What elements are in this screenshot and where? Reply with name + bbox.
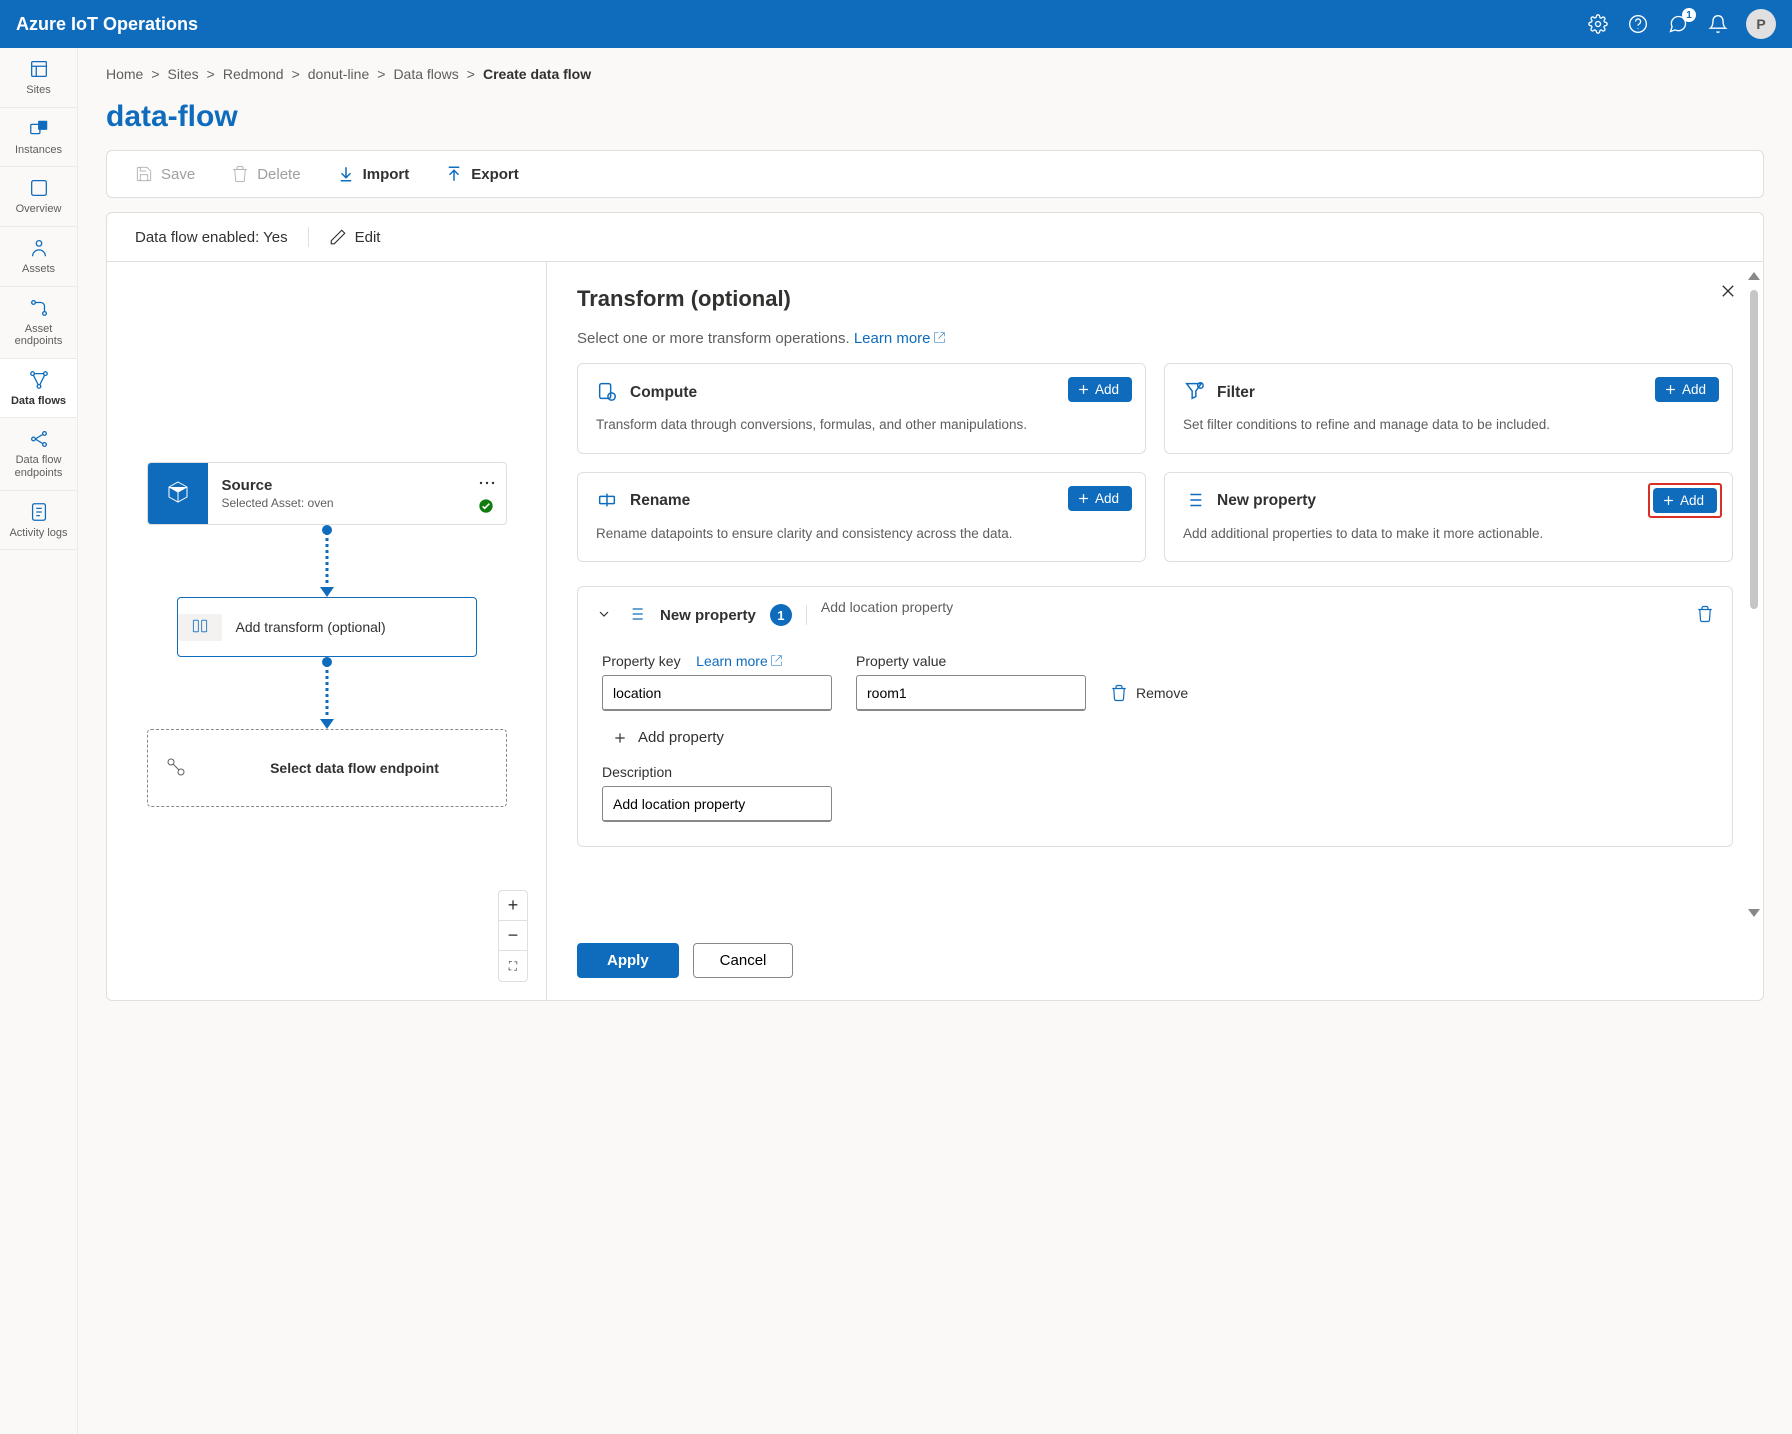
- zoom-controls: + − ⛶: [498, 890, 528, 982]
- status-text: Data flow enabled: Yes: [135, 229, 288, 246]
- node-more-icon[interactable]: [478, 473, 496, 489]
- status-bar: Data flow enabled: Yes Edit: [106, 212, 1764, 261]
- nav-activity-logs[interactable]: Activity logs: [0, 491, 77, 551]
- zoom-fit-button[interactable]: ⛶: [499, 951, 527, 981]
- left-nav: Sites Instances Overview Assets Asset en…: [0, 48, 78, 1434]
- crumb-current: Create data flow: [483, 66, 591, 82]
- list-icon: [1183, 489, 1205, 514]
- feedback-badge: 1: [1682, 8, 1696, 22]
- delete-button[interactable]: Delete: [231, 165, 300, 183]
- op-newprop-card: New property Add Add additional properti…: [1164, 472, 1733, 563]
- status-ok-icon: [478, 498, 494, 514]
- panel-subtitle: Select one or more transform operations.: [577, 330, 850, 347]
- nav-assets-label: Assets: [22, 263, 55, 276]
- prop-value-input[interactable]: [856, 675, 1086, 711]
- topbar: Azure IoT Operations 1 P: [0, 0, 1792, 48]
- nav-sites[interactable]: Sites: [0, 48, 77, 108]
- node-source[interactable]: Source Selected Asset: oven: [147, 462, 507, 525]
- breadcrumb: Home> Sites> Redmond> donut-line> Data f…: [106, 66, 1764, 82]
- save-button[interactable]: Save: [135, 165, 195, 183]
- acc-name: New property: [660, 607, 756, 624]
- nav-asset-endpoints[interactable]: Asset endpoints: [0, 287, 77, 359]
- avatar[interactable]: P: [1746, 9, 1776, 39]
- remove-prop-button[interactable]: Remove: [1110, 675, 1188, 711]
- prop-value-label: Property value: [856, 653, 1086, 669]
- add-rename-button[interactable]: Add: [1068, 486, 1132, 511]
- node-transform[interactable]: Add transform (optional): [177, 597, 477, 657]
- add-property-button[interactable]: Add property: [612, 729, 1708, 746]
- compute-desc: Transform data through conversions, form…: [596, 415, 1127, 435]
- panel-scrollbar[interactable]: [1747, 262, 1761, 927]
- add-filter-button[interactable]: Add: [1655, 377, 1719, 402]
- filter-icon: [1183, 380, 1205, 405]
- crumb-instance[interactable]: donut-line: [308, 66, 370, 82]
- notifications-icon[interactable]: [1706, 12, 1730, 36]
- crumb-loc[interactable]: Redmond: [223, 66, 284, 82]
- learn-more-link[interactable]: Learn more: [854, 330, 946, 347]
- list-icon: [626, 604, 646, 627]
- nav-data-flow-endpoints-label: Data flow endpoints: [4, 454, 73, 479]
- nav-assets[interactable]: Assets: [0, 227, 77, 287]
- transform-panel: Transform (optional) Select one or more …: [547, 262, 1763, 1000]
- rename-icon: [596, 489, 618, 514]
- nav-overview[interactable]: Overview: [0, 167, 77, 227]
- prop-key-learn-more[interactable]: Learn more: [696, 653, 783, 669]
- crumb-section[interactable]: Data flows: [393, 66, 458, 82]
- nav-overview-label: Overview: [16, 203, 62, 216]
- nav-instances-label: Instances: [15, 144, 62, 157]
- feedback-icon[interactable]: 1: [1666, 12, 1690, 36]
- node-endpoint[interactable]: Select data flow endpoint: [147, 729, 507, 807]
- cancel-button[interactable]: Cancel: [693, 943, 794, 978]
- page-title: data-flow: [106, 100, 1764, 134]
- node-transform-label: Add transform (optional): [222, 605, 476, 649]
- description-label: Description: [602, 764, 1708, 780]
- zoom-in-button[interactable]: +: [499, 891, 527, 921]
- crumb-home[interactable]: Home: [106, 66, 143, 82]
- node-source-sub: Selected Asset: oven: [222, 496, 492, 510]
- acc-count: 1: [770, 604, 792, 626]
- filter-desc: Set filter conditions to refine and mana…: [1183, 415, 1714, 435]
- panel-title: Transform (optional): [577, 286, 1733, 312]
- delete-accordion-icon[interactable]: [1696, 605, 1714, 626]
- compute-icon: [596, 380, 618, 405]
- nav-data-flow-endpoints[interactable]: Data flow endpoints: [0, 418, 77, 490]
- cube-icon: [166, 480, 190, 507]
- crumb-sites[interactable]: Sites: [168, 66, 199, 82]
- nav-data-flows-label: Data flows: [11, 395, 66, 408]
- prop-key-input[interactable]: [602, 675, 832, 711]
- page-toolbar: Save Delete Import Export: [106, 150, 1764, 198]
- op-rename-card: Rename Add Rename datapoints to ensure c…: [577, 472, 1146, 563]
- zoom-out-button[interactable]: −: [499, 921, 527, 951]
- rename-desc: Rename datapoints to ensure clarity and …: [596, 524, 1127, 544]
- import-button[interactable]: Import: [337, 165, 410, 183]
- nav-data-flows[interactable]: Data flows: [0, 359, 77, 419]
- op-filter-card: Filter Add Set filter conditions to refi…: [1164, 363, 1733, 454]
- help-icon[interactable]: [1626, 12, 1650, 36]
- node-endpoint-label: Select data flow endpoint: [204, 746, 506, 790]
- nav-instances[interactable]: Instances: [0, 108, 77, 168]
- nav-sites-label: Sites: [26, 84, 50, 97]
- add-newprop-button[interactable]: Add: [1653, 488, 1717, 513]
- apply-button[interactable]: Apply: [577, 943, 679, 978]
- export-button[interactable]: Export: [445, 165, 519, 183]
- node-source-title: Source: [222, 477, 492, 494]
- endpoint-icon: [164, 755, 188, 782]
- brand-title: Azure IoT Operations: [16, 14, 198, 35]
- newprop-accordion: New property 1 Add location property Pro…: [577, 586, 1733, 847]
- op-compute-card: Compute Add Transform data through conve…: [577, 363, 1146, 454]
- prop-key-label: Property key: [602, 653, 681, 669]
- description-input[interactable]: [602, 786, 832, 822]
- acc-subtitle: Add location property: [821, 599, 953, 615]
- settings-icon[interactable]: [1586, 12, 1610, 36]
- close-icon[interactable]: [1719, 282, 1737, 303]
- chevron-down-icon[interactable]: [596, 606, 612, 625]
- transform-icon: [190, 614, 210, 641]
- edit-button[interactable]: Edit: [329, 228, 381, 246]
- flow-canvas[interactable]: Source Selected Asset: oven Add transfor…: [107, 262, 547, 1000]
- newprop-desc: Add additional properties to data to mak…: [1183, 524, 1714, 544]
- add-compute-button[interactable]: Add: [1068, 377, 1132, 402]
- nav-asset-endpoints-label: Asset endpoints: [4, 323, 73, 348]
- nav-activity-logs-label: Activity logs: [9, 527, 67, 540]
